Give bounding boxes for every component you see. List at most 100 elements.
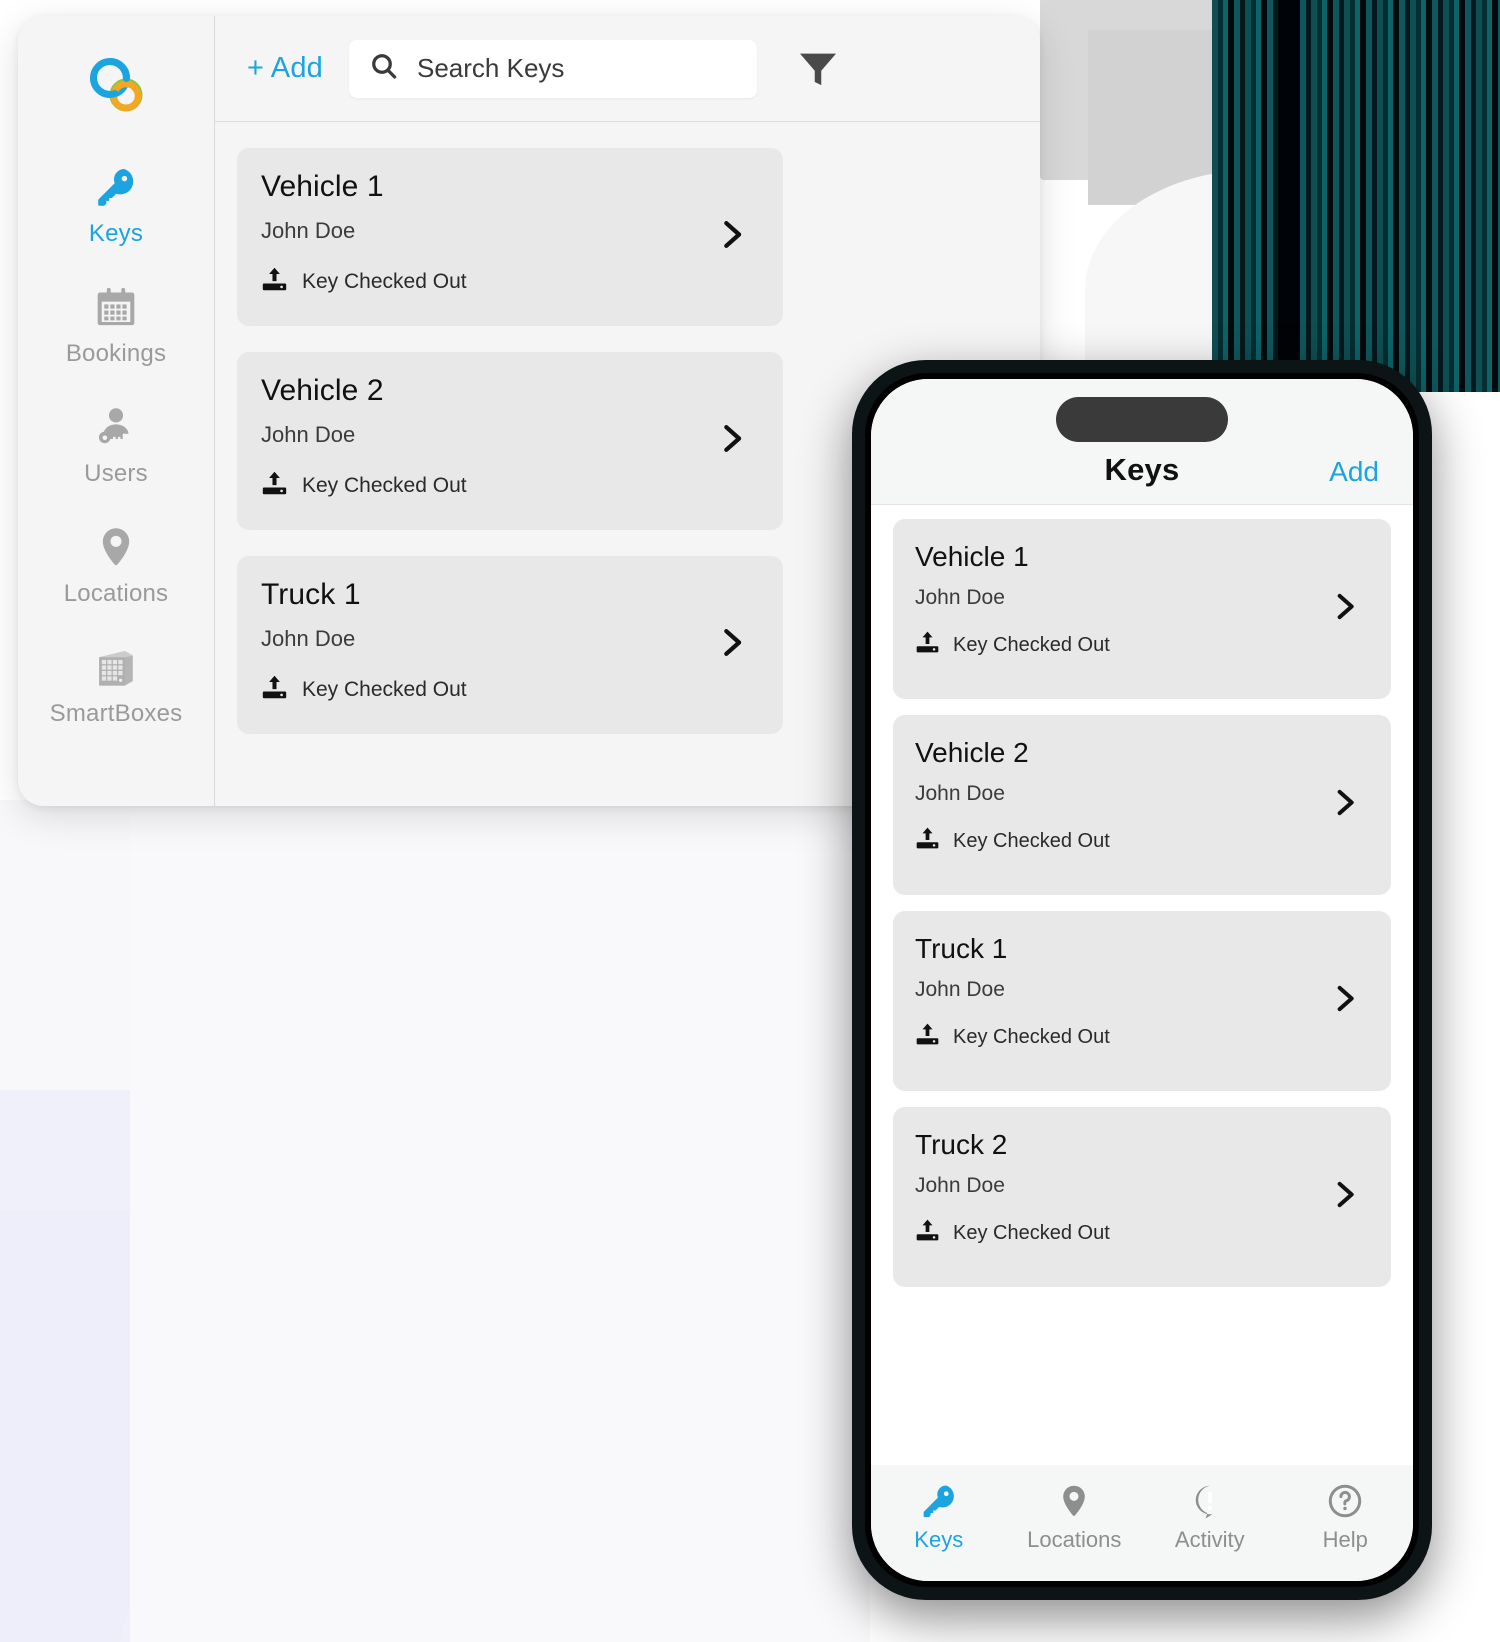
sidebar-item-label: Bookings [65,340,167,367]
key-card-title: Vehicle 2 [915,737,1029,768]
key-card-status-text: Key Checked Out [302,678,467,701]
key-card-title: Truck 1 [261,578,361,611]
key-card[interactable]: Truck 2 John Doe Key Checked Out [893,1107,1391,1287]
chevron-right-icon[interactable] [715,218,749,257]
add-key-button[interactable]: Add [1329,456,1379,488]
alert-bubble-icon [1191,1479,1229,1523]
key-card-status-text: Key Checked Out [302,474,467,497]
key-card-owner: John Doe [261,218,356,243]
key-card-title: Truck 1 [915,933,1008,964]
key-checked-out-icon [915,1218,940,1248]
key-card-owner: John Doe [915,1174,1005,1197]
key-icon [920,1479,958,1523]
sidebar-item-keys[interactable]: Keys [18,162,214,248]
tab-help[interactable]: Help [1278,1479,1414,1553]
key-icon [94,162,138,212]
key-card-status: Key Checked Out [915,630,1367,660]
key-card-owner: John Doe [915,782,1005,805]
bg-soft-white-panel [0,800,860,1642]
key-checked-out-icon [915,1022,940,1052]
sidebar-item-locations[interactable]: Locations [18,522,214,608]
desktop-toolbar: + Add Search Keys [215,16,1040,122]
page-title: Keys [1104,452,1180,487]
key-card-status: Key Checked Out [915,1218,1367,1248]
key-card-title: Vehicle 2 [261,374,384,407]
key-card[interactable]: Vehicle 1 John Doe Key Checked Out [237,148,783,326]
key-card[interactable]: Vehicle 2 John Doe Key Checked Out [237,352,783,530]
tab-keys[interactable]: Keys [871,1479,1007,1553]
calendar-icon [94,282,138,332]
tab-locations[interactable]: Locations [1007,1479,1143,1553]
key-checked-out-icon [915,630,940,660]
key-card-owner: John Doe [915,586,1005,609]
smartbox-grid-icon [93,642,139,692]
sidebar-item-label: Users [84,460,148,487]
sidebar-item-label: SmartBoxes [49,700,183,727]
user-key-icon [93,402,139,452]
sidebar-item-label: Keys [88,220,144,247]
bg-teal-stripes [1212,0,1500,392]
tab-label: Help [1322,1527,1368,1552]
key-card[interactable]: Truck 1 John Doe Key Checked Out [893,911,1391,1091]
tab-label: Keys [914,1527,964,1552]
key-checked-out-icon [261,674,288,706]
key-card-status: Key Checked Out [261,470,757,502]
add-key-button[interactable]: + Add [247,52,323,85]
search-icon [369,51,399,86]
phone-screen: Keys Add Vehicle 1 John Doe Key Checked … [871,379,1413,1581]
bg-gray-panel-secondary [1088,30,1258,205]
key-card-status: Key Checked Out [261,674,757,706]
key-checked-out-icon [261,266,288,298]
map-pin-icon [1056,1479,1092,1523]
bg-white-curve [1085,170,1285,390]
chevron-right-icon[interactable] [1329,591,1361,628]
sidebar-item-smartboxes[interactable]: SmartBoxes [18,642,214,728]
bg-dark-band [1278,0,1300,392]
chevron-right-icon[interactable] [1329,1179,1361,1216]
tab-label: Locations [1027,1527,1122,1552]
key-card-status-text: Key Checked Out [953,633,1110,656]
key-card-owner: John Doe [915,978,1005,1001]
key-card-status-text: Key Checked Out [302,270,467,293]
bg-soft-white-panel-2 [130,800,870,1642]
key-card[interactable]: Truck 1 John Doe Key Checked Out [237,556,783,734]
search-placeholder-text: Search Keys [417,53,565,83]
key-card[interactable]: Vehicle 2 John Doe Key Checked Out [893,715,1391,895]
chevron-right-icon[interactable] [1329,983,1361,1020]
chevron-right-icon[interactable] [715,626,749,665]
sidebar-nav: Keys Bookings Users Locations SmartBoxes [18,16,215,806]
screenshot-stage: Keys Bookings Users Locations SmartBoxes… [0,0,1500,1642]
key-card-status: Key Checked Out [915,1022,1367,1052]
key-card-status: Key Checked Out [915,826,1367,856]
key-card-status-text: Key Checked Out [953,1025,1110,1048]
phone-tab-bar: Keys Locations Activity Help [871,1465,1413,1581]
key-checked-out-icon [261,470,288,502]
key-card-owner: John Doe [261,422,356,447]
phone-header: Keys Add [871,379,1413,505]
phone-keys-list: Vehicle 1 John Doe Key Checked Out Vehic… [871,505,1413,1465]
filter-funnel-icon[interactable] [795,46,841,92]
chevron-right-icon[interactable] [1329,787,1361,824]
bg-gray-panel [1040,0,1215,180]
key-card-title: Vehicle 1 [261,170,384,203]
search-input[interactable]: Search Keys [349,39,757,98]
bg-lavender-shape-a [0,1090,305,1642]
dynamic-island [1056,397,1228,442]
key-card-status: Key Checked Out [261,266,757,298]
key-card-owner: John Doe [261,626,356,651]
tab-label: Activity [1174,1527,1245,1552]
question-circle-icon [1326,1479,1364,1523]
phone-mockup: Keys Add Vehicle 1 John Doe Key Checked … [852,360,1432,1600]
sidebar-item-label: Locations [63,580,169,607]
chevron-right-icon[interactable] [715,422,749,461]
key-card-status-text: Key Checked Out [953,1221,1110,1244]
interlocking-rings-logo [85,54,147,116]
key-card-title: Vehicle 1 [915,541,1029,572]
key-card-status-text: Key Checked Out [953,829,1110,852]
tab-activity[interactable]: Activity [1142,1479,1278,1553]
key-card-title: Truck 2 [915,1129,1008,1160]
key-card[interactable]: Vehicle 1 John Doe Key Checked Out [893,519,1391,699]
phone-bezel: Keys Add Vehicle 1 John Doe Key Checked … [865,373,1419,1587]
sidebar-item-bookings[interactable]: Bookings [18,282,214,368]
sidebar-item-users[interactable]: Users [18,402,214,488]
